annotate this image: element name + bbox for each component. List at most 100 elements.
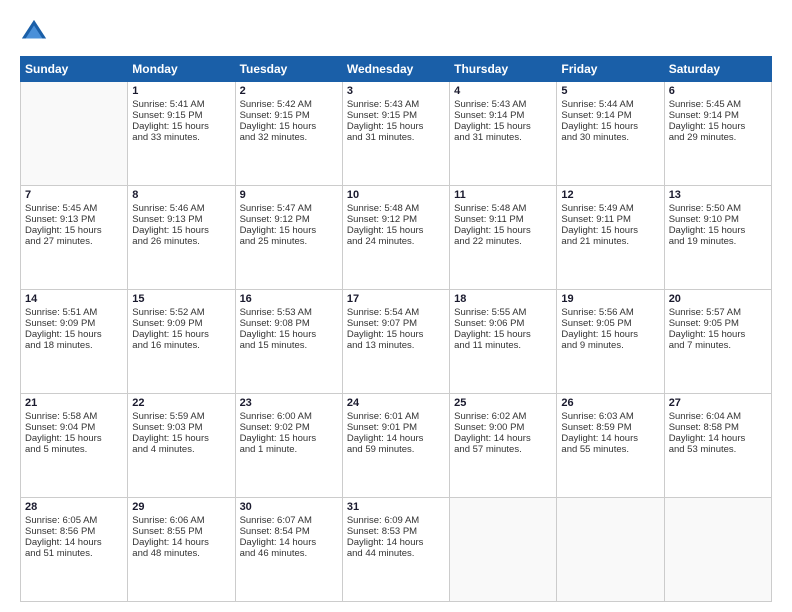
cell-info-line: Sunrise: 5:44 AM [561,99,659,110]
cell-info-line: Daylight: 15 hours [132,225,230,236]
cell-info-line: Daylight: 15 hours [25,329,123,340]
cell-info-line: and 46 minutes. [240,548,338,559]
cell-info-line: Sunrise: 5:41 AM [132,99,230,110]
cell-info-line: Sunset: 9:14 PM [561,110,659,121]
cell-info-line: Sunrise: 5:52 AM [132,307,230,318]
cell-info-line: Sunset: 9:11 PM [454,214,552,225]
day-number: 12 [561,189,659,201]
day-header-wednesday: Wednesday [342,57,449,82]
cell-info-line: and 11 minutes. [454,340,552,351]
cell-info-line: Daylight: 15 hours [240,225,338,236]
cell-info-line: Sunset: 9:10 PM [669,214,767,225]
cell-info-line: Sunrise: 5:55 AM [454,307,552,318]
cell-info-line: and 22 minutes. [454,236,552,247]
day-number: 7 [25,189,123,201]
calendar-cell: 6Sunrise: 5:45 AMSunset: 9:14 PMDaylight… [664,82,771,186]
cell-info-line: Sunset: 9:01 PM [347,422,445,433]
calendar-week-3: 14Sunrise: 5:51 AMSunset: 9:09 PMDayligh… [21,290,772,394]
cell-info-line: Daylight: 15 hours [561,225,659,236]
calendar-cell: 27Sunrise: 6:04 AMSunset: 8:58 PMDayligh… [664,394,771,498]
calendar-cell [557,498,664,602]
cell-info-line: Daylight: 15 hours [132,433,230,444]
cell-info-line: Daylight: 14 hours [454,433,552,444]
cell-info-line: Sunset: 9:11 PM [561,214,659,225]
cell-info-line: Sunset: 8:58 PM [669,422,767,433]
cell-info-line: Sunset: 9:13 PM [25,214,123,225]
day-number: 13 [669,189,767,201]
cell-info-line: and 25 minutes. [240,236,338,247]
cell-info-line: Sunrise: 5:50 AM [669,203,767,214]
logo-icon [20,18,48,46]
calendar-cell: 29Sunrise: 6:06 AMSunset: 8:55 PMDayligh… [128,498,235,602]
day-number: 15 [132,293,230,305]
day-number: 27 [669,397,767,409]
cell-info-line: Sunrise: 6:03 AM [561,411,659,422]
cell-info-line: and 59 minutes. [347,444,445,455]
calendar-cell: 21Sunrise: 5:58 AMSunset: 9:04 PMDayligh… [21,394,128,498]
calendar-week-2: 7Sunrise: 5:45 AMSunset: 9:13 PMDaylight… [21,186,772,290]
cell-info-line: Daylight: 15 hours [132,121,230,132]
day-number: 8 [132,189,230,201]
cell-info-line: Daylight: 14 hours [561,433,659,444]
calendar-cell [21,82,128,186]
day-number: 16 [240,293,338,305]
cell-info-line: Sunrise: 6:07 AM [240,515,338,526]
day-number: 14 [25,293,123,305]
cell-info-line: Daylight: 15 hours [132,329,230,340]
day-number: 30 [240,501,338,513]
cell-info-line: Sunset: 9:15 PM [132,110,230,121]
cell-info-line: Sunrise: 5:43 AM [347,99,445,110]
cell-info-line: and 48 minutes. [132,548,230,559]
calendar-cell: 7Sunrise: 5:45 AMSunset: 9:13 PMDaylight… [21,186,128,290]
day-number: 20 [669,293,767,305]
cell-info-line: and 16 minutes. [132,340,230,351]
cell-info-line: Daylight: 15 hours [240,433,338,444]
cell-info-line: Sunset: 8:59 PM [561,422,659,433]
calendar-cell: 20Sunrise: 5:57 AMSunset: 9:05 PMDayligh… [664,290,771,394]
cell-info-line: Sunrise: 6:05 AM [25,515,123,526]
day-number: 24 [347,397,445,409]
day-header-tuesday: Tuesday [235,57,342,82]
cell-info-line: Sunset: 9:12 PM [240,214,338,225]
cell-info-line: Sunrise: 6:09 AM [347,515,445,526]
calendar-cell: 11Sunrise: 5:48 AMSunset: 9:11 PMDayligh… [450,186,557,290]
cell-info-line: Sunrise: 6:01 AM [347,411,445,422]
cell-info-line: Sunset: 9:06 PM [454,318,552,329]
day-number: 28 [25,501,123,513]
calendar-cell: 9Sunrise: 5:47 AMSunset: 9:12 PMDaylight… [235,186,342,290]
cell-info-line: Daylight: 14 hours [240,537,338,548]
cell-info-line: Sunset: 9:08 PM [240,318,338,329]
day-header-sunday: Sunday [21,57,128,82]
cell-info-line: Daylight: 14 hours [347,537,445,548]
cell-info-line: and 55 minutes. [561,444,659,455]
cell-info-line: Sunset: 9:13 PM [132,214,230,225]
cell-info-line: and 21 minutes. [561,236,659,247]
cell-info-line: Sunset: 8:54 PM [240,526,338,537]
cell-info-line: Sunset: 9:14 PM [669,110,767,121]
calendar-cell: 5Sunrise: 5:44 AMSunset: 9:14 PMDaylight… [557,82,664,186]
cell-info-line: Sunset: 9:05 PM [669,318,767,329]
day-number: 22 [132,397,230,409]
calendar-cell: 26Sunrise: 6:03 AMSunset: 8:59 PMDayligh… [557,394,664,498]
calendar-cell: 19Sunrise: 5:56 AMSunset: 9:05 PMDayligh… [557,290,664,394]
day-number: 29 [132,501,230,513]
cell-info-line: Sunset: 8:55 PM [132,526,230,537]
calendar-header-row: SundayMondayTuesdayWednesdayThursdayFrid… [21,57,772,82]
day-number: 10 [347,189,445,201]
cell-info-line: and 32 minutes. [240,132,338,143]
cell-info-line: Sunrise: 6:02 AM [454,411,552,422]
cell-info-line: Daylight: 15 hours [454,225,552,236]
cell-info-line: Daylight: 15 hours [454,329,552,340]
cell-info-line: Sunset: 8:53 PM [347,526,445,537]
cell-info-line: and 33 minutes. [132,132,230,143]
cell-info-line: and 18 minutes. [25,340,123,351]
calendar-table: SundayMondayTuesdayWednesdayThursdayFrid… [20,56,772,602]
cell-info-line: and 57 minutes. [454,444,552,455]
calendar-cell: 14Sunrise: 5:51 AMSunset: 9:09 PMDayligh… [21,290,128,394]
cell-info-line: Daylight: 14 hours [132,537,230,548]
calendar-cell: 23Sunrise: 6:00 AMSunset: 9:02 PMDayligh… [235,394,342,498]
day-header-thursday: Thursday [450,57,557,82]
cell-info-line: Sunrise: 5:51 AM [25,307,123,318]
cell-info-line: Daylight: 15 hours [240,329,338,340]
calendar-cell: 2Sunrise: 5:42 AMSunset: 9:15 PMDaylight… [235,82,342,186]
